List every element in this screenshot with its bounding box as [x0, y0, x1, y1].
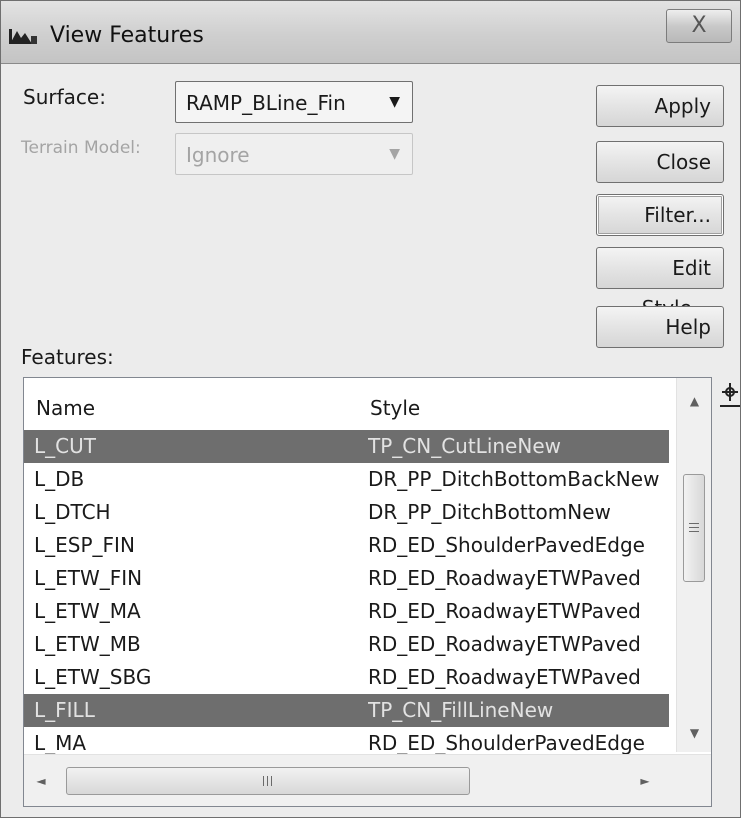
feature-name: L_ETW_MB — [34, 632, 141, 656]
feature-name: L_ETW_FIN — [34, 566, 143, 590]
feature-name: L_CUT — [34, 434, 96, 458]
vertical-scroll-thumb[interactable] — [683, 474, 705, 582]
list-item[interactable]: L_ETW_SBG RD_ED_RoadwayETWPaved — [24, 661, 669, 694]
scroll-down-arrow-icon[interactable]: ▼ — [677, 718, 711, 748]
column-header-name[interactable]: Name — [36, 396, 95, 420]
list-item[interactable]: L_ETW_FIN RD_ED_RoadwayETWPaved — [24, 562, 669, 595]
triangle-mode-label: Terrain Model: — [21, 138, 141, 158]
feature-style: RD_ED_RoadwayETWPaved — [368, 566, 641, 590]
list-header: Name Style — [24, 378, 676, 430]
features-list[interactable]: Name Style L_CUT TP_CN_CutLineNew L_DB DR_P… — [23, 377, 712, 807]
list-item[interactable]: L_ETW_MB RD_ED_RoadwayETWPaved — [24, 628, 669, 661]
filter-button[interactable]: Filter... — [596, 194, 724, 236]
window-close-button[interactable]: X — [666, 9, 732, 43]
thumb-grip — [271, 776, 272, 786]
close-button[interactable]: Close — [596, 141, 724, 183]
surface-label: Surface: — [23, 85, 106, 109]
list-item[interactable]: L_DTCH DR_PP_DitchBottomNew — [24, 496, 669, 529]
feature-name: L_ETW_SBG — [34, 665, 152, 689]
feature-style: DR_PP_DitchBottomNew — [368, 500, 611, 524]
feature-style: RD_ED_RoadwayETWPaved — [368, 632, 641, 656]
column-header-style[interactable]: Style — [370, 396, 420, 420]
surface-value: RAMP_BLine_Fin — [186, 91, 346, 115]
feature-name: L_DB — [34, 467, 85, 491]
feature-style: DR_PP_DitchBottomBackNew — [368, 467, 660, 491]
crosshair-icon[interactable] — [718, 379, 741, 409]
thumb-grip — [689, 531, 699, 532]
list-item[interactable]: L_CUT TP_CN_CutLineNew — [24, 430, 669, 463]
list-item[interactable]: L_ESP_FIN RD_ED_ShoulderPavedEdge — [24, 529, 669, 562]
vertical-scrollbar[interactable]: ▲ ▼ — [676, 378, 711, 752]
edit-style-button[interactable]: Edit Style... — [596, 247, 724, 320]
feature-style: RD_ED_RoadwayETWPaved — [368, 599, 641, 623]
scroll-right-arrow-icon[interactable]: ► — [630, 769, 660, 793]
help-button[interactable]: Help — [596, 306, 724, 348]
horizontal-scrollbar[interactable]: ◄ ► — [24, 754, 711, 806]
chevron-down-icon: ▼ — [389, 94, 400, 110]
feature-name: L_ETW_MA — [34, 599, 141, 623]
feature-name: L_ESP_FIN — [34, 533, 135, 557]
window-title: View Features — [50, 23, 204, 48]
list-item[interactable]: L_FILL TP_CN_FillLineNew — [24, 694, 669, 727]
feature-style: RD_ED_ShoulderPavedEdge — [368, 533, 645, 557]
horizontal-scroll-thumb[interactable] — [66, 767, 470, 795]
thumb-grip — [689, 523, 699, 524]
list-item[interactable]: L_ETW_MA RD_ED_RoadwayETWPaved — [24, 595, 669, 628]
triangle-mode-value: Ignore — [186, 143, 250, 167]
window-app-icon — [9, 29, 37, 44]
thumb-grip — [689, 527, 699, 528]
surface-dropdown[interactable]: RAMP_BLine_Fin ▼ — [175, 81, 413, 123]
thumb-grip — [267, 776, 268, 786]
title-bar[interactable]: View Features X — [1, 1, 740, 64]
apply-button[interactable]: Apply — [596, 85, 724, 127]
feature-style: RD_ED_RoadwayETWPaved — [368, 665, 641, 689]
scroll-up-arrow-icon[interactable]: ▲ — [677, 386, 711, 416]
view-features-dialog: View Features X Surface: RAMP_BLine_Fin … — [0, 0, 741, 818]
feature-style: TP_CN_FillLineNew — [368, 698, 554, 722]
list-item[interactable]: L_DB DR_PP_DitchBottomBackNew — [24, 463, 669, 496]
triangle-mode-dropdown: Ignore ▼ — [175, 133, 413, 175]
feature-style: TP_CN_CutLineNew — [368, 434, 561, 458]
feature-name: L_DTCH — [34, 500, 111, 524]
chevron-down-icon: ▼ — [389, 146, 400, 162]
feature-name: L_FILL — [34, 698, 95, 722]
features-label: Features: — [21, 345, 114, 369]
scroll-left-arrow-icon[interactable]: ◄ — [26, 769, 56, 793]
thumb-grip — [263, 776, 264, 786]
